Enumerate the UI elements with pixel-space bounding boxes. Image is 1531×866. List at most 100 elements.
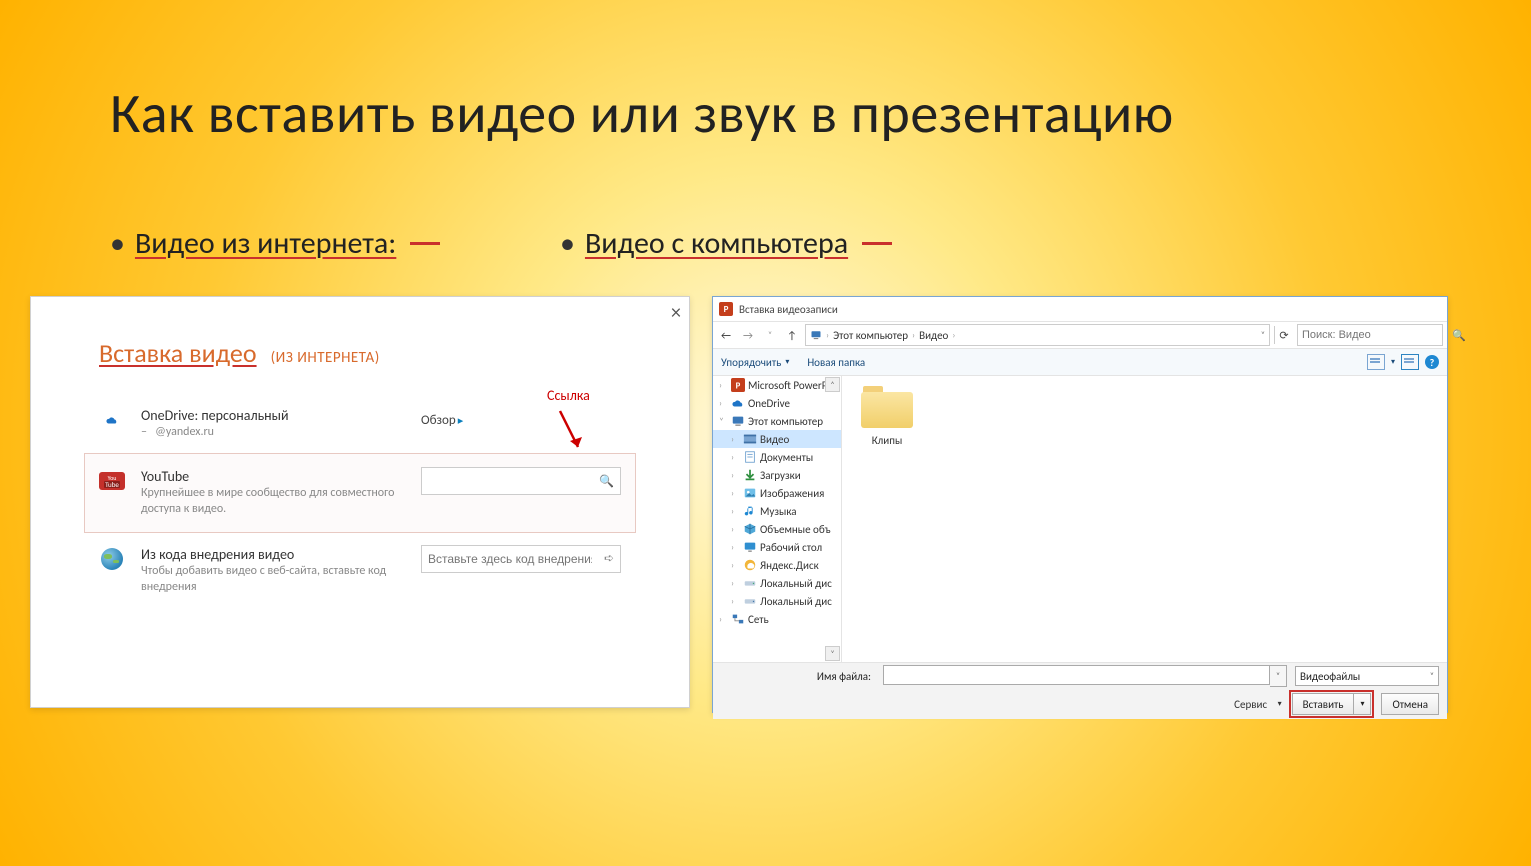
tree-expand-icon[interactable]: › — [731, 560, 740, 571]
tree-scroll-up[interactable]: ˄ — [825, 377, 840, 392]
tree-item-drive2[interactable]: ›Локальный дис — [713, 592, 841, 610]
embed-code-field[interactable] — [422, 552, 598, 566]
address-bar[interactable]: › Этот компьютер › Видео › ˅ — [805, 324, 1270, 346]
toolbar-new-folder[interactable]: Новая папка — [807, 356, 865, 369]
tree-item-ydisk[interactable]: ›Яндекс.Диск — [713, 556, 841, 574]
tree-item-docs[interactable]: ›Документы — [713, 448, 841, 466]
tree-item-desk[interactable]: ›Рабочий стол — [713, 538, 841, 556]
nav-up-icon[interactable]: ↑ — [783, 326, 801, 344]
go-icon[interactable]: ➪ — [598, 551, 620, 566]
filetype-filter[interactable]: Видеофайлы ˅ — [1295, 666, 1439, 686]
preview-pane-icon[interactable] — [1401, 354, 1419, 370]
nav-recent-icon[interactable]: ˅ — [761, 326, 779, 344]
pc-icon — [810, 329, 822, 341]
nav-back-icon[interactable]: ← — [717, 326, 735, 344]
ydisk-icon — [743, 558, 757, 572]
onedrive-title: OneDrive: персональный — [141, 407, 405, 424]
view-options-icon[interactable] — [1367, 354, 1385, 370]
scribble-accent — [862, 242, 892, 245]
chevron-right-icon[interactable]: › — [912, 330, 915, 341]
tree-expand-icon[interactable]: › — [731, 596, 740, 607]
filename-field[interactable] — [883, 665, 1270, 685]
chevron-right-icon[interactable]: › — [952, 330, 955, 341]
filename-history-drop[interactable]: ˅ — [1270, 665, 1287, 687]
tree-expand-icon[interactable]: › — [731, 506, 740, 517]
scribble-accent — [410, 242, 440, 245]
docs-icon — [743, 450, 757, 464]
tree-item-cube[interactable]: ›Объемные объ — [713, 520, 841, 538]
tree-item-video[interactable]: › Видео — [713, 430, 841, 448]
powerpoint-icon: P — [719, 302, 733, 316]
onedrive-icon — [731, 396, 745, 410]
tree-item-label: Загрузки — [760, 469, 801, 482]
drive-icon — [743, 576, 757, 590]
down-icon — [743, 468, 757, 482]
explorer-search-field[interactable] — [1298, 329, 1448, 341]
source-onedrive-row[interactable]: OneDrive: персональный – @yandex.ru Обзо… — [99, 393, 621, 454]
filename-combobox[interactable]: ˅ — [883, 665, 1287, 687]
tree-item-label: Microsoft PowerP — [748, 379, 827, 392]
bullet-internet-video-label: Видео из интернета: — [135, 225, 396, 262]
tree-expand-icon[interactable]: › — [731, 470, 740, 481]
youtube-icon: YouTube — [99, 468, 125, 494]
bullet-internet-video: Видео из интернета: — [110, 225, 440, 262]
search-icon[interactable]: 🔍 — [593, 474, 620, 489]
pc-icon — [731, 414, 745, 428]
chevron-right-icon[interactable]: › — [826, 330, 829, 341]
svg-text:P: P — [736, 382, 741, 392]
tree-item-onedrive[interactable]: ›OneDrive — [713, 394, 841, 412]
tree-item-ppt[interactable]: › P Microsoft PowerP — [713, 376, 841, 394]
path-history-drop[interactable]: ˅ — [1261, 330, 1265, 340]
help-icon[interactable]: ? — [1425, 355, 1439, 369]
folder-item[interactable]: Клипы — [852, 386, 922, 447]
source-embed-row[interactable]: Из кода внедрения видео Чтобы добавить в… — [99, 532, 621, 609]
tree-item-label: Видео — [760, 433, 789, 446]
tree-item-net[interactable]: › Сеть — [713, 610, 841, 628]
tree-expand-icon[interactable]: › — [719, 380, 728, 391]
tree-expand-icon[interactable]: ˅ — [719, 416, 728, 427]
cancel-button[interactable]: Отмена — [1381, 693, 1439, 715]
folder-icon — [861, 386, 913, 428]
insert-button[interactable]: Вставить ▾ — [1292, 693, 1372, 715]
tree-expand-icon[interactable]: › — [731, 524, 740, 535]
pics-icon — [743, 486, 757, 500]
tree-item-down[interactable]: › Загрузки — [713, 466, 841, 484]
insert-button-drop[interactable]: ▾ — [1353, 694, 1370, 714]
bullet-computer-video: Видео с компьютера — [560, 225, 892, 262]
breadcrumb-folder[interactable]: Видео — [919, 329, 948, 342]
globe-icon — [99, 546, 125, 572]
tree-expand-icon[interactable]: › — [719, 398, 728, 409]
breadcrumb-root[interactable]: Этот компьютер — [833, 329, 908, 342]
source-youtube-row[interactable]: YouTube YouTube Крупнейшее в мире сообще… — [85, 454, 635, 531]
explorer-search-input[interactable]: 🔍 — [1297, 324, 1443, 346]
tree-item-music[interactable]: › Музыка — [713, 502, 841, 520]
view-options-drop[interactable]: ▾ — [1391, 357, 1395, 367]
refresh-icon[interactable]: ⟳ — [1274, 326, 1293, 344]
tree-item-pics[interactable]: › Изображения — [713, 484, 841, 502]
tree-expand-icon[interactable]: › — [731, 452, 740, 463]
toolbar-organize[interactable]: Упорядочить▾ — [721, 356, 789, 369]
search-icon[interactable]: 🔍 — [1448, 329, 1470, 342]
tree-item-pc[interactable]: ˅Этот компьютер — [713, 412, 841, 430]
youtube-search-field[interactable] — [422, 474, 593, 488]
tree-item-drive[interactable]: ›Локальный дис — [713, 574, 841, 592]
tree-scroll-down[interactable]: ˅ — [825, 646, 840, 661]
tree-expand-icon[interactable]: › — [731, 434, 740, 445]
onedrive-icon — [99, 407, 125, 433]
service-menu[interactable]: Сервис ▾ — [1234, 698, 1282, 711]
window-title: Вставка видеозаписи — [739, 303, 838, 316]
tree-item-label: Изображения — [760, 487, 824, 500]
tree-item-label: Сеть — [748, 613, 769, 626]
youtube-search-input[interactable]: 🔍 — [421, 467, 621, 495]
file-list[interactable]: Клипы — [842, 376, 1447, 662]
tree-expand-icon[interactable]: › — [731, 488, 740, 499]
tree-item-label: Музыка — [760, 505, 797, 518]
embed-code-input[interactable]: ➪ — [421, 545, 621, 573]
onedrive-browse-link[interactable]: Обзор▸ — [421, 413, 463, 428]
tree-expand-icon[interactable]: › — [731, 542, 740, 553]
filetype-filter-label: Видеофайлы — [1300, 670, 1360, 683]
filename-label: Имя файла: — [721, 670, 875, 683]
tree-expand-icon[interactable]: › — [731, 578, 740, 589]
tree-expand-icon[interactable]: › — [719, 614, 728, 625]
close-icon[interactable]: × — [671, 301, 681, 325]
